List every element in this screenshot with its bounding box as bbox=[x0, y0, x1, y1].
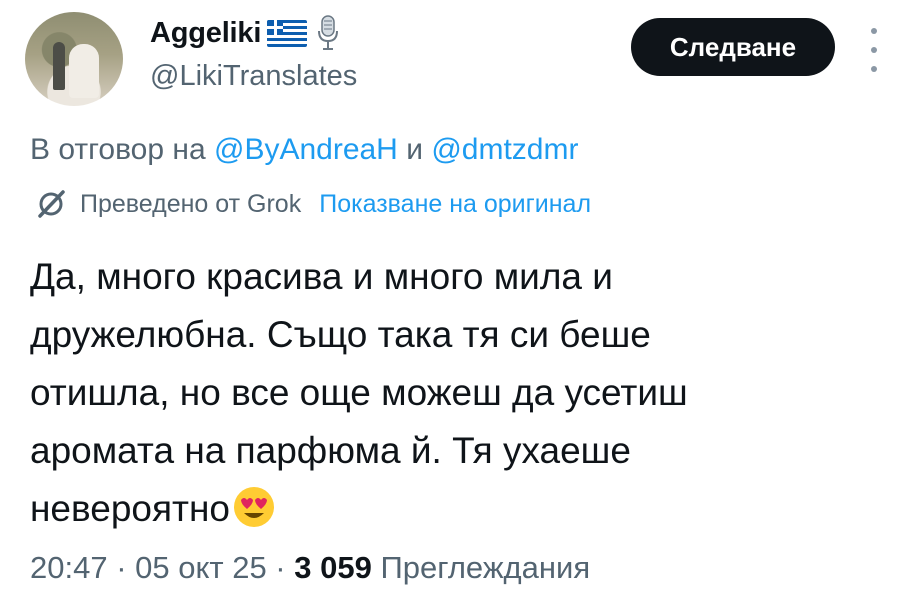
reply-prefix: В отговор на bbox=[30, 133, 206, 166]
author-name[interactable]: Aggeliki bbox=[150, 17, 261, 50]
avatar-figure-groom bbox=[53, 42, 65, 90]
reply-context: В отговор на @ByAndreaH и @dmtzdmr bbox=[30, 133, 578, 167]
mention-link-1[interactable]: @ByAndreaH bbox=[214, 133, 398, 166]
microphone-icon bbox=[318, 15, 339, 50]
more-vertical-icon[interactable] bbox=[866, 28, 882, 72]
greece-flag-icon bbox=[267, 19, 308, 47]
avatar[interactable] bbox=[25, 12, 123, 106]
heart-eyes-emoji bbox=[233, 487, 274, 527]
views-label: Преглеждания bbox=[380, 550, 591, 585]
author-name-row[interactable]: Aggeliki bbox=[150, 15, 341, 51]
avatar-figure-bride bbox=[69, 44, 99, 98]
follow-button[interactable]: Следване bbox=[631, 18, 835, 76]
tweet-line: аромата на парфюма й. Тя ухаеше bbox=[30, 430, 631, 471]
tweet-text: Да, много красива и много мила и дружелю… bbox=[30, 248, 890, 538]
tweet-line: Да, много красива и много мила и bbox=[30, 256, 613, 297]
meta-separator: · bbox=[266, 550, 295, 585]
views-count: 3 059 bbox=[294, 550, 372, 585]
meta-separator: · bbox=[107, 550, 136, 585]
translation-notice: Преведено от Grok Показване на оригинал bbox=[36, 189, 591, 219]
tweet-line: дружелюбна. Също така тя си беше bbox=[30, 314, 651, 355]
mention-link-2[interactable]: @dmtzdmr bbox=[431, 133, 578, 166]
reply-conjunction: и bbox=[406, 133, 423, 166]
tweet-time[interactable]: 20:47 bbox=[30, 550, 108, 585]
tweet-meta: 20:47 · 05 окт 25 · 3 059 Преглеждания bbox=[30, 550, 590, 586]
translated-by-label: Преведено от Grok bbox=[80, 189, 302, 218]
author-handle[interactable]: @LikiTranslates bbox=[150, 60, 357, 93]
tweet-line: отишла, но все още можеш да усетиш bbox=[30, 372, 688, 413]
tweet-line: невероятно bbox=[30, 488, 230, 529]
tweet-date[interactable]: 05 окт 25 bbox=[135, 550, 267, 585]
grok-icon bbox=[38, 190, 65, 218]
show-original-link[interactable]: Показване на оригинал bbox=[319, 190, 591, 219]
tweet-last-line: невероятно bbox=[30, 480, 890, 538]
